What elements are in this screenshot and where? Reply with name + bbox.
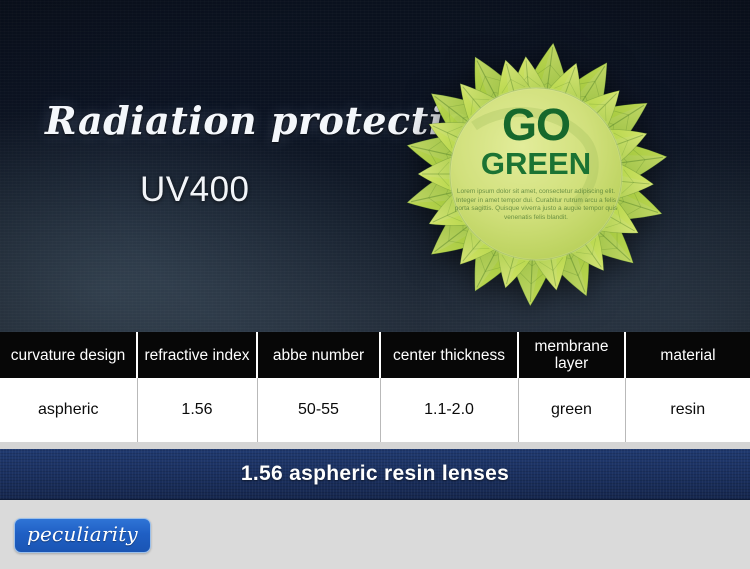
table-cell-material: resin bbox=[625, 378, 750, 442]
table-header-membrane-layer: membrane layer bbox=[518, 332, 626, 378]
footer-section: peculiarity bbox=[0, 500, 750, 569]
table-header-abbe-number: abbe number bbox=[257, 332, 381, 378]
product-title-text: 1.56 aspheric resin lenses bbox=[240, 462, 510, 485]
table-row: aspheric 1.56 50-55 1.1-2.0 green resin bbox=[0, 378, 750, 442]
table-cell-center-thickness: 1.1-2.0 bbox=[380, 378, 519, 442]
product-detail-image: Radiation protection UV400 GO GREEN Lore… bbox=[0, 0, 750, 569]
table-cell-refractive-index: 1.56 bbox=[137, 378, 258, 442]
table-header-row: curvature design refractive index abbe n… bbox=[0, 332, 750, 378]
peculiarity-badge-label: peculiarity bbox=[27, 522, 138, 546]
specification-table: curvature design refractive index abbe n… bbox=[0, 332, 750, 442]
table-header-refractive-index: refractive index bbox=[137, 332, 258, 378]
table-cell-membrane-layer: green bbox=[518, 378, 626, 442]
peculiarity-badge: peculiarity bbox=[14, 518, 151, 553]
table-cell-abbe-number: 50-55 bbox=[257, 378, 381, 442]
go-green-badge: GO GREEN Lorem ipsum dolor sit amet, con… bbox=[393, 31, 679, 317]
table-banner-divider bbox=[0, 442, 750, 449]
product-title-banner: 1.56 aspheric resin lenses bbox=[0, 449, 750, 500]
table-header-curvature-design: curvature design bbox=[0, 332, 138, 378]
hero-uv-rating: UV400 bbox=[140, 170, 250, 209]
table-header-center-thickness: center thickness bbox=[380, 332, 519, 378]
hero-section: Radiation protection UV400 GO GREEN Lore… bbox=[0, 0, 750, 332]
leaf-rosette-icon bbox=[400, 39, 671, 308]
table-header-material: material bbox=[625, 332, 750, 378]
table-cell-curvature-design: aspheric bbox=[0, 378, 138, 442]
